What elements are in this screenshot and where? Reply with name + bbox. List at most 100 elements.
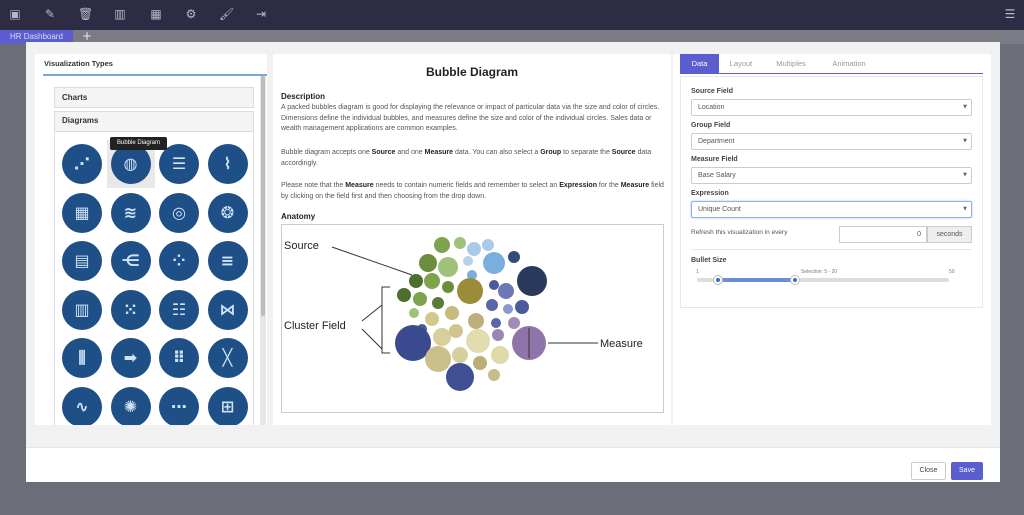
description-panel: Bubble Diagram Description A packed bubb… <box>273 54 671 425</box>
grid-icon[interactable]: ▦ <box>149 7 163 21</box>
diagram-type-sunburst[interactable]: ✺ <box>107 383 155 425</box>
accepts-text: Bubble diagram accepts one Source and on… <box>281 149 652 167</box>
panel-title: Visualization Types <box>44 59 113 68</box>
anatomy-heading: Anatomy <box>281 212 316 221</box>
tab-animation[interactable]: Animation <box>821 54 877 73</box>
spark-wave-icon: ∿ <box>62 386 102 425</box>
anatomy-label-measure: Measure <box>600 338 643 350</box>
modal-footer: Close Save <box>26 447 1000 482</box>
settings-panel: Data Layout Multiples Animation Source F… <box>673 54 991 425</box>
diagram-type-org-chart[interactable]: ⊞ <box>204 383 252 425</box>
group-field-label: Group Field <box>691 122 731 129</box>
gantt-icon: ≡ <box>207 241 248 281</box>
group-field-select[interactable]: Department ▼ <box>691 133 972 150</box>
measure-field-label: Measure Field <box>691 156 738 163</box>
anatomy-label-cluster: Cluster Field <box>284 320 346 332</box>
diagram-type-scatter-axis[interactable]: ⋯ <box>155 383 203 425</box>
category-diagrams-header[interactable]: Diagrams <box>55 112 253 132</box>
measure-field-select[interactable]: Base Salary ▼ <box>691 167 972 184</box>
wave-icon: ≋ <box>110 192 151 233</box>
chevron-down-icon: ▼ <box>963 206 967 212</box>
expression-select[interactable]: Unique Count ▼ <box>691 201 972 218</box>
scrollbar-thumb[interactable] <box>261 76 265 316</box>
radial-icon: ◎ <box>159 192 199 233</box>
crossing-lines-icon: ╳ <box>207 338 248 378</box>
visualization-modal: Visualization Types Charts Diagrams ⋰ ◍ ☰ ⌇… <box>26 42 1000 482</box>
expression-label: Expression <box>691 190 729 197</box>
tooltip: Bubble Diagram <box>110 137 167 150</box>
divider <box>691 249 972 250</box>
refresh-label: Refresh this visualization in every <box>691 229 788 236</box>
tab-multiples[interactable]: Multiples <box>765 54 817 73</box>
flow-icon: ➡ <box>110 338 151 378</box>
brush-icon[interactable]: 🖌 <box>219 7 234 21</box>
matrix-icon: ▥ <box>62 289 102 330</box>
refresh-interval-input[interactable]: 0 <box>839 226 927 243</box>
refresh-unit: seconds <box>927 226 972 243</box>
network-icon: ⁘ <box>159 241 199 281</box>
bars-icon: ☰ <box>159 144 199 184</box>
save-button[interactable]: Save <box>951 462 983 480</box>
parallel-icon: ⫼ <box>62 338 102 378</box>
top-toolbar: ▣ ✎ 🗑 ▥ ▦ ⚙ 🖌 ⇥ ☰ <box>0 0 1024 30</box>
gear-icon[interactable]: ⚙ <box>184 7 198 21</box>
diagram-type-tree[interactable]: ⋲ <box>107 237 155 285</box>
source-field-label: Source Field <box>691 88 734 95</box>
chevron-down-icon: ▼ <box>963 104 967 110</box>
slider-handle-low[interactable] <box>712 275 723 285</box>
diagram-type-matrix[interactable]: ▥ <box>58 286 106 334</box>
category-diagrams: Diagrams ⋰ ◍ ☰ ⌇ ▦ ≋ ◎ ❂ ▤ ⋲ ⁘ ≡ ▥ ⁙ ☷ ⋈ ⫼ ➡ ⠿ ╳ ∿ ✺ ⋯ ⊞ <box>54 111 254 425</box>
dot-matrix-icon: ⠿ <box>159 338 199 378</box>
diagram-type-node-graph[interactable]: ⋈ <box>204 286 252 334</box>
diagram-type-table-grid[interactable]: ▦ <box>58 189 106 237</box>
exit-icon[interactable]: ⇥ <box>254 7 268 21</box>
diagram-type-spark-wave[interactable]: ∿ <box>58 383 106 425</box>
close-button[interactable]: Close <box>911 462 946 480</box>
diagram-type-scatter[interactable]: ⋰ <box>58 140 106 188</box>
bar-chart-icon[interactable]: ▥ <box>113 7 127 21</box>
description-text: A packed bubbles diagram is good for dis… <box>281 104 660 132</box>
page-title: Bubble Diagram <box>425 65 518 79</box>
slider-max-label: 50 <box>949 269 955 275</box>
bar-list-icon: ☷ <box>159 289 199 330</box>
category-charts[interactable]: Charts <box>54 87 254 108</box>
diagram-type-parallel[interactable]: ⫼ <box>58 334 106 382</box>
save-icon[interactable]: ▣ <box>8 7 22 21</box>
source-field-select[interactable]: Location ▼ <box>691 99 972 116</box>
diagram-type-heatmap[interactable]: ▤ <box>58 237 106 285</box>
diagram-type-circle-pack[interactable]: ❂ <box>204 189 252 237</box>
bullet-size-label: Bullet Size <box>691 257 727 264</box>
diagram-type-flow[interactable]: ➡ <box>107 334 155 382</box>
table-grid-icon: ▦ <box>62 192 102 233</box>
diagram-type-dot-matrix[interactable]: ⠿ <box>155 334 203 382</box>
diagram-type-area-line[interactable]: ⌇ <box>204 140 252 188</box>
anatomy-label-source: Source <box>284 240 319 252</box>
data-form: Source Field Location ▼ Group Field Depar… <box>680 76 983 308</box>
modal-body: Visualization Types Charts Diagrams ⋰ ◍ ☰ ⌇… <box>26 42 1000 447</box>
diagram-type-radial[interactable]: ◎ <box>155 189 203 237</box>
heatmap-icon: ▤ <box>62 241 102 281</box>
add-tab-button[interactable]: + <box>82 29 92 43</box>
diagram-type-wave[interactable]: ≋ <box>107 189 155 237</box>
diagram-type-bar-list[interactable]: ☷ <box>155 286 203 334</box>
area-line-icon: ⌇ <box>207 144 248 184</box>
slider-handle-high[interactable] <box>789 275 800 285</box>
anatomy-illustration: Source Cluster Field Measure <box>281 224 664 413</box>
sunburst-icon: ✺ <box>110 386 151 425</box>
edit-icon[interactable]: ✎ <box>43 7 57 21</box>
scatter-axis-icon: ⋯ <box>159 386 199 425</box>
menu-icon[interactable]: ☰ <box>1003 7 1017 21</box>
tab-data[interactable]: Data <box>680 54 719 73</box>
bubble-icon: ◍ <box>110 144 151 184</box>
dots-icon: ⁙ <box>110 289 151 330</box>
diagram-type-gantt[interactable]: ≡ <box>204 237 252 285</box>
diagram-type-crossing-lines[interactable]: ╳ <box>204 334 252 382</box>
circle-pack-icon: ❂ <box>207 192 248 233</box>
slider-range <box>717 278 795 282</box>
visualization-types-panel: Visualization Types Charts Diagrams ⋰ ◍ ☰ ⌇… <box>35 54 267 425</box>
trash-icon[interactable]: 🗑 <box>78 7 93 21</box>
diagram-type-network[interactable]: ⁘ <box>155 237 203 285</box>
diagram-type-dots[interactable]: ⁙ <box>107 286 155 334</box>
tab-layout[interactable]: Layout <box>721 54 761 73</box>
title-underline <box>43 74 267 76</box>
